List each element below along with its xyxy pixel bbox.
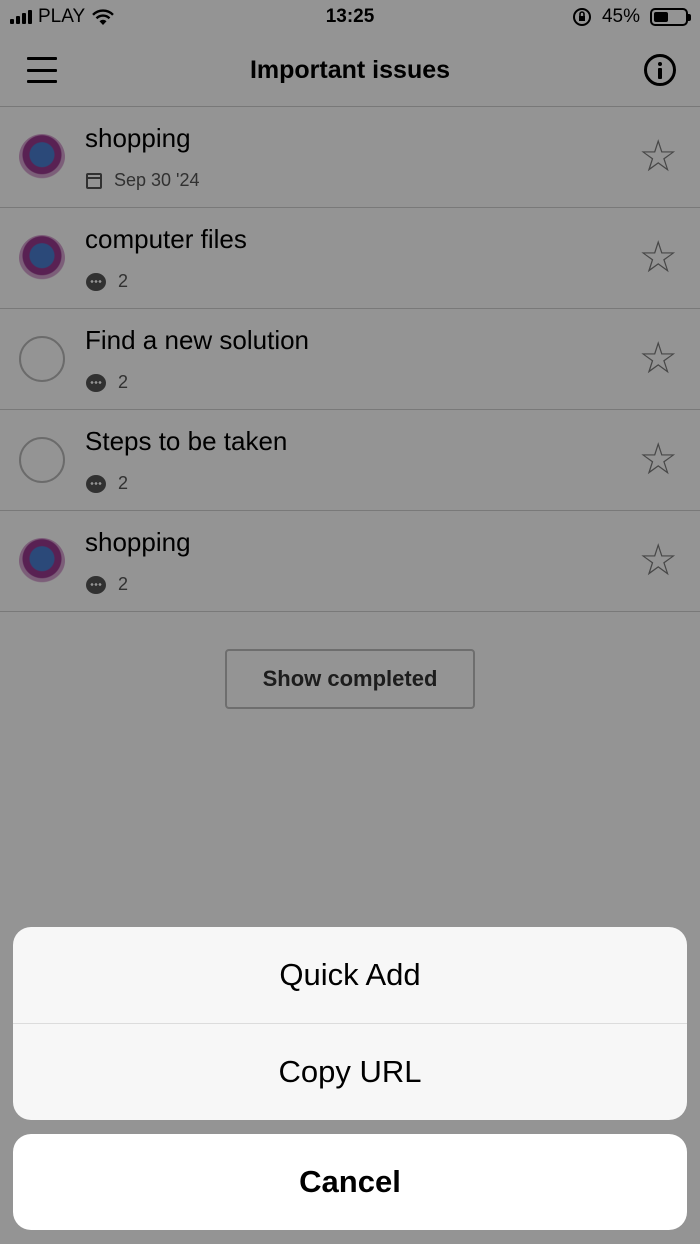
copy-url-button[interactable]: Copy URL bbox=[13, 1023, 687, 1120]
cancel-button[interactable]: Cancel bbox=[13, 1134, 687, 1230]
action-sheet: Quick Add Copy URL bbox=[13, 927, 687, 1120]
quick-add-button[interactable]: Quick Add bbox=[13, 927, 687, 1023]
